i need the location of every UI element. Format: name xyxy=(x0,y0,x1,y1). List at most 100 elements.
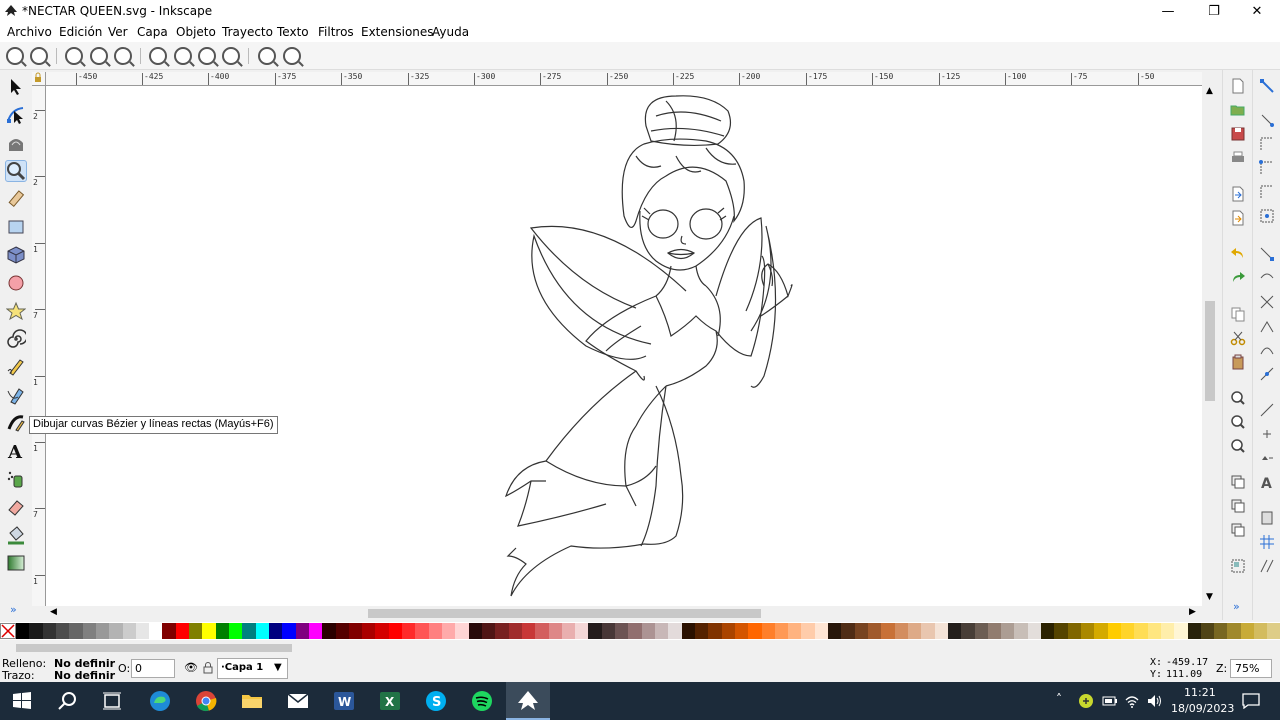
zoom-page-width-icon[interactable] xyxy=(222,47,240,65)
skype-icon[interactable]: S xyxy=(424,689,448,713)
color-swatch[interactable] xyxy=(907,623,922,639)
cut-icon[interactable] xyxy=(1230,330,1246,346)
zoom-1-1-icon[interactable] xyxy=(65,47,83,65)
color-swatch[interactable] xyxy=(402,623,416,639)
menu-texto[interactable]: Texto xyxy=(277,25,309,39)
color-swatch[interactable] xyxy=(721,623,735,639)
notifications-icon[interactable] xyxy=(1242,693,1260,709)
color-swatch[interactable] xyxy=(455,623,469,639)
horizontal-scroll-thumb[interactable] xyxy=(368,609,761,618)
word-icon[interactable]: W xyxy=(332,689,356,713)
color-swatch[interactable] xyxy=(561,623,576,639)
color-swatch[interactable] xyxy=(601,623,616,639)
paste-icon[interactable] xyxy=(1230,354,1246,370)
color-swatch[interactable] xyxy=(1027,623,1042,639)
color-swatch[interactable] xyxy=(934,623,948,639)
color-swatch[interactable] xyxy=(1200,623,1215,639)
spotify-icon[interactable] xyxy=(470,689,494,713)
color-swatch[interactable] xyxy=(1094,623,1108,639)
eraser-tool-icon[interactable] xyxy=(5,496,27,518)
color-swatch[interactable] xyxy=(268,623,283,639)
color-swatch[interactable] xyxy=(1160,623,1175,639)
color-swatch[interactable] xyxy=(881,623,895,639)
color-swatch[interactable] xyxy=(308,623,323,639)
color-swatch[interactable] xyxy=(242,623,256,639)
vertical-ruler[interactable]: 2 2 1 7 1 1 7 1 xyxy=(32,86,46,606)
color-swatch[interactable] xyxy=(508,623,522,639)
file-explorer-icon[interactable] xyxy=(240,689,264,713)
color-swatch[interactable] xyxy=(748,623,762,639)
color-swatch[interactable] xyxy=(575,623,589,639)
color-swatch[interactable] xyxy=(42,623,56,639)
inkscape-taskbar-button[interactable] xyxy=(506,682,550,720)
color-swatch[interactable] xyxy=(29,623,43,639)
snap-bbox-icon[interactable] xyxy=(1259,112,1275,128)
unlink-clone-icon[interactable] xyxy=(1230,522,1246,538)
calligraphy-tool-icon[interactable] xyxy=(5,412,27,434)
rectangle-tool-icon[interactable] xyxy=(5,216,27,238)
duplicate-icon[interactable] xyxy=(1230,474,1246,490)
color-swatch[interactable] xyxy=(348,623,363,639)
paint-bucket-tool-icon[interactable] xyxy=(5,524,27,546)
horizontal-ruler[interactable]: -450 -425 -400 -375 -350 -325 -300 -275 … xyxy=(46,72,1202,86)
zoom-drawing-icon[interactable] xyxy=(174,47,192,65)
snap-grid-icon[interactable] xyxy=(1259,534,1275,550)
snap-nodes-icon[interactable] xyxy=(1259,246,1275,262)
color-swatch[interactable] xyxy=(1081,623,1095,639)
color-swatch[interactable] xyxy=(481,623,496,639)
toolbox-overflow-icon[interactable]: » xyxy=(10,603,17,616)
snap-cusp-icon[interactable] xyxy=(1259,318,1275,334)
color-swatch[interactable] xyxy=(588,623,602,639)
color-swatch[interactable] xyxy=(734,623,749,639)
zoom-previous-icon[interactable] xyxy=(258,47,276,65)
color-swatch[interactable] xyxy=(1001,623,1015,639)
scroll-left-icon[interactable]: ◀ xyxy=(50,607,57,617)
color-swatch[interactable] xyxy=(16,623,30,639)
color-swatch[interactable] xyxy=(788,623,802,639)
color-swatch[interactable] xyxy=(854,623,868,639)
minimize-button[interactable]: — xyxy=(1145,0,1191,22)
zoom-1-2-icon[interactable] xyxy=(90,47,108,65)
close-button[interactable]: ✕ xyxy=(1234,0,1280,22)
no-paint-swatch[interactable] xyxy=(0,623,16,639)
zoom-in-icon[interactable] xyxy=(6,47,24,65)
color-swatch[interactable] xyxy=(694,623,709,639)
layer-lock-icon[interactable] xyxy=(203,662,213,674)
color-swatch[interactable] xyxy=(615,623,629,639)
clock-date[interactable]: 18/09/2023 xyxy=(1171,702,1234,715)
color-swatch[interactable] xyxy=(1267,623,1280,639)
color-swatch[interactable] xyxy=(335,623,349,639)
color-swatch[interactable] xyxy=(1214,623,1228,639)
color-swatch[interactable] xyxy=(708,623,722,639)
drawing-canvas[interactable] xyxy=(46,86,1202,606)
layer-visibility-eye-icon[interactable]: 👁 xyxy=(184,661,198,674)
save-icon[interactable] xyxy=(1230,126,1246,142)
zoom-page-icon[interactable] xyxy=(198,47,216,65)
fairy-line-drawing[interactable] xyxy=(46,86,1202,606)
color-swatch[interactable] xyxy=(428,623,442,639)
volume-icon[interactable] xyxy=(1146,693,1162,709)
clone-icon[interactable] xyxy=(1230,498,1246,514)
menu-capa[interactable]: Capa xyxy=(137,25,168,39)
menu-edicion[interactable]: Edición xyxy=(59,25,102,39)
color-swatch[interactable] xyxy=(1054,623,1068,639)
windows-start-icon[interactable] xyxy=(10,689,34,713)
color-swatch[interactable] xyxy=(1187,623,1201,639)
color-swatch[interactable] xyxy=(162,623,176,639)
snap-object-center-icon[interactable] xyxy=(1259,402,1275,418)
pencil-tool-icon[interactable] xyxy=(5,356,27,378)
color-swatch[interactable] xyxy=(468,623,482,639)
commands-overflow-icon[interactable]: » xyxy=(1233,600,1240,613)
zoom-out-icon[interactable] xyxy=(30,47,48,65)
palette-swatches[interactable] xyxy=(16,622,1280,640)
color-palette[interactable] xyxy=(0,622,1280,640)
zoom-input[interactable]: 75% xyxy=(1230,659,1272,678)
snap-baseline-icon[interactable] xyxy=(1259,450,1275,466)
wifi-icon[interactable] xyxy=(1124,693,1140,709)
show-hidden-icons-icon[interactable]: ˄ xyxy=(1056,692,1062,706)
color-swatch[interactable] xyxy=(295,623,309,639)
import-icon[interactable] xyxy=(1230,186,1246,202)
color-swatch[interactable] xyxy=(362,623,376,639)
color-swatch[interactable] xyxy=(1120,623,1135,639)
color-swatch[interactable] xyxy=(655,623,669,639)
